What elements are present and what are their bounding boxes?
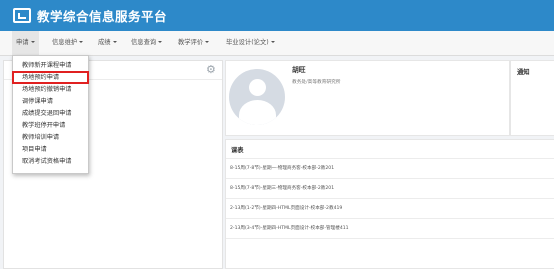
menu-item-class-reschedule[interactable]: 调停课申请: [13, 96, 88, 107]
course-row-text: 2-13周(3-4节)-星期四-HTML页面设计-校本部-管理楼411: [230, 226, 349, 231]
main-nav: 申请 信息维护 成绩 信息查询 教学评价 毕业设计(论文): [0, 31, 554, 56]
nav-item-grades[interactable]: 成绩: [98, 31, 117, 55]
top-bar: 教学综合信息服务平台: [0, 0, 554, 31]
course-row[interactable]: 8-15周(7-8节)-星期一-物理商务客-校本部-2教201: [226, 159, 554, 179]
notice-title: 通知: [517, 69, 530, 76]
nav-item-teaching-evaluation[interactable]: 教学评价: [178, 31, 210, 55]
menu-item-class-suspension[interactable]: 教学班停开申请: [13, 120, 88, 131]
course-row[interactable]: 8-15周(7-8节)-星期三-物理商务客-校本部-2教201: [226, 179, 554, 199]
schedule-title: 课表: [231, 147, 244, 154]
menu-item-project-application[interactable]: 项目申请: [13, 144, 88, 155]
nav-item-label: 申请: [16, 39, 29, 46]
nav-item-label: 信息查询: [131, 39, 157, 46]
nav-item-label: 信息维护: [52, 39, 78, 46]
caret-down-icon: [205, 41, 210, 43]
user-avatar-icon: [229, 69, 285, 125]
nav-item-label: 毕业设计(论文): [226, 39, 269, 46]
nav-item-info-maintenance[interactable]: 信息维护: [52, 31, 84, 55]
nav-item-apply[interactable]: 申请: [12, 31, 39, 55]
schedule-panel: 课表 8-15周(7-8节)-星期一-物理商务客-校本部-2教201 8-15周…: [225, 139, 554, 269]
nav-item-graduation-design[interactable]: 毕业设计(论文): [226, 31, 275, 55]
apply-dropdown-menu: 教师新开课程申请 场地预约申请 场地预约撤销申请 调停课申请 成绩提交退回申请 …: [12, 55, 89, 174]
monitor-check-icon: [13, 8, 31, 23]
notice-panel: 通知: [510, 60, 554, 136]
gear-icon[interactable]: ⚙: [206, 64, 216, 75]
menu-item-venue-reservation[interactable]: 场地预约申请: [12, 71, 89, 84]
menu-item-new-course-application[interactable]: 教师新开课程申请: [13, 60, 88, 71]
menu-item-teacher-training[interactable]: 教师培训申请: [13, 132, 88, 143]
profile-card: 胡旺 教务处/高等教育研究所: [225, 60, 510, 136]
course-row-text: 2-13周(1-2节)-星期四-HTML页面设计-校本部-2教419: [230, 206, 343, 211]
course-row-text: 8-15周(7-8节)-星期三-物理商务客-校本部-2教201: [230, 186, 335, 191]
menu-item-venue-reservation-cancel[interactable]: 场地预约撤销申请: [13, 84, 88, 95]
menu-item-exam-eligibility-cancel[interactable]: 取消考试资格申请: [13, 156, 88, 167]
user-name: 胡旺: [292, 66, 306, 74]
caret-down-icon: [112, 41, 117, 43]
caret-down-icon: [79, 41, 84, 43]
caret-down-icon: [270, 41, 275, 43]
nav-item-label: 教学评价: [178, 39, 204, 46]
nav-item-label: 成绩: [98, 39, 111, 46]
app-title: 教学综合信息服务平台: [37, 9, 168, 24]
caret-down-icon: [158, 41, 163, 43]
course-row[interactable]: 2-13周(1-2节)-星期四-HTML页面设计-校本部-2教419: [226, 199, 554, 219]
user-department: 教务处/高等教育研究所: [292, 80, 341, 85]
course-row[interactable]: 2-13周(3-4节)-星期四-HTML页面设计-校本部-管理楼411: [226, 219, 554, 239]
menu-item-grade-return[interactable]: 成绩提交退回申请: [13, 108, 88, 119]
course-row-text: 8-15周(7-8节)-星期一-物理商务客-校本部-2教201: [230, 166, 335, 171]
nav-item-info-query[interactable]: 信息查询: [131, 31, 163, 55]
caret-down-icon: [30, 41, 35, 43]
